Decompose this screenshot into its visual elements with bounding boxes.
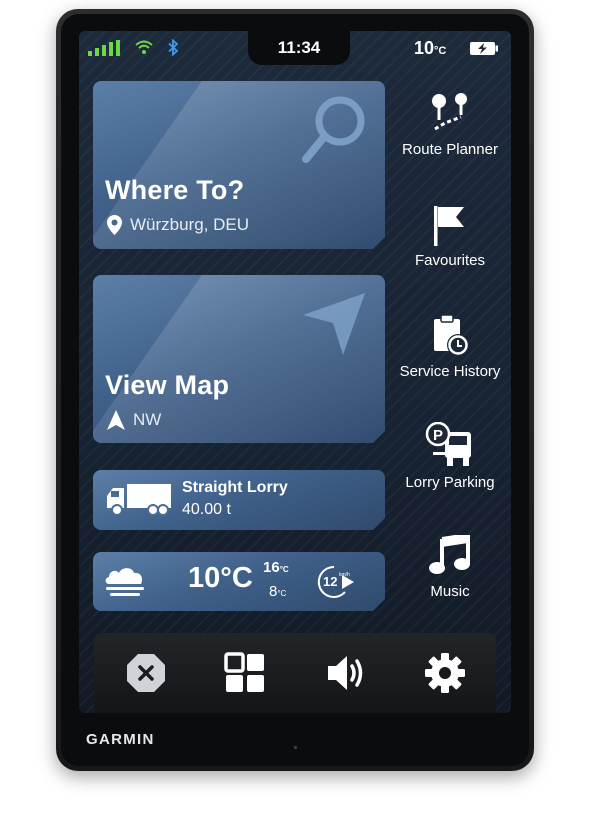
wind-indicator: 12 km/h [317,565,351,599]
bluetooth-icon [168,39,179,56]
vehicle-type: Straight Lorry [182,479,288,496]
heading-arrow-icon [107,410,125,430]
weather-button[interactable]: 10°C 16°C 8°C 12 km/h [93,552,385,611]
heading-label: NW [133,410,162,429]
service-history-label: Service History [399,363,501,380]
lorry-icon [107,484,171,516]
volume-icon [328,656,363,690]
status-time: 11:34 [277,38,321,57]
cloud-fog-icon [103,564,147,600]
wind-unit: km/h [339,572,350,578]
status-bar: 11:34 10°C [79,31,511,65]
where-to-title: Where To? [105,175,245,205]
status-temperature: 10°C [414,38,447,58]
wifi-icon [135,40,153,54]
vehicle-weight: 40.00 t [182,501,231,518]
flag-icon [434,206,464,246]
sidebar-item-service-history[interactable]: Service History [391,313,509,380]
view-map-title: View Map [105,370,230,400]
lorry-parking-icon: P [425,422,471,466]
view-map-button[interactable]: View Map NW [93,275,385,443]
lorry-parking-label: Lorry Parking [405,474,495,491]
vehicle-profile-button[interactable]: Straight Lorry 40.00 t [93,470,385,530]
heading-indicator: NW [107,410,161,430]
sidebar-item-lorry-parking[interactable]: P Lorry Parking [391,422,509,491]
ambient-light-sensor [294,746,297,749]
signal-strength-icon [88,40,120,56]
weather-temperature: 10°C [188,562,253,594]
service-history-icon [434,314,469,356]
weather-high: 16°C [263,559,289,576]
sidebar-item-music[interactable]: Music [391,535,509,600]
music-note-icon [429,535,470,574]
volume-button[interactable] [323,650,369,696]
current-location: Würzburg, DEU [107,215,249,235]
device-screen: 11:34 10°C Where To? Würzburg, DEU View … [79,31,511,713]
brand-logo: GARMIN [86,731,155,748]
music-label: Music [430,583,470,600]
sidebar-item-favourites[interactable]: Favourites [391,204,509,269]
location-label: Würzburg, DEU [130,215,250,234]
navigation-arrow-icon [299,289,369,359]
where-to-button[interactable]: Where To? Würzburg, DEU [93,81,385,249]
search-icon [298,91,370,167]
apps-button[interactable] [222,650,268,696]
close-button[interactable] [123,650,169,696]
route-planner-label: Route Planner [402,141,498,158]
location-pin-icon [107,215,122,235]
battery-charging-icon [470,42,498,55]
route-planner-icon [432,93,467,131]
bottom-bar [94,633,496,713]
sidebar-item-route-planner[interactable]: Route Planner [391,93,509,158]
favourites-label: Favourites [414,252,486,269]
wind-speed: 12 [323,574,338,589]
close-icon [127,654,165,692]
apps-grid-icon [224,652,264,692]
settings-button[interactable] [422,650,468,696]
settings-gear-icon [425,653,465,693]
weather-low: 8°C [269,583,287,600]
svg-text:P: P [433,427,443,444]
